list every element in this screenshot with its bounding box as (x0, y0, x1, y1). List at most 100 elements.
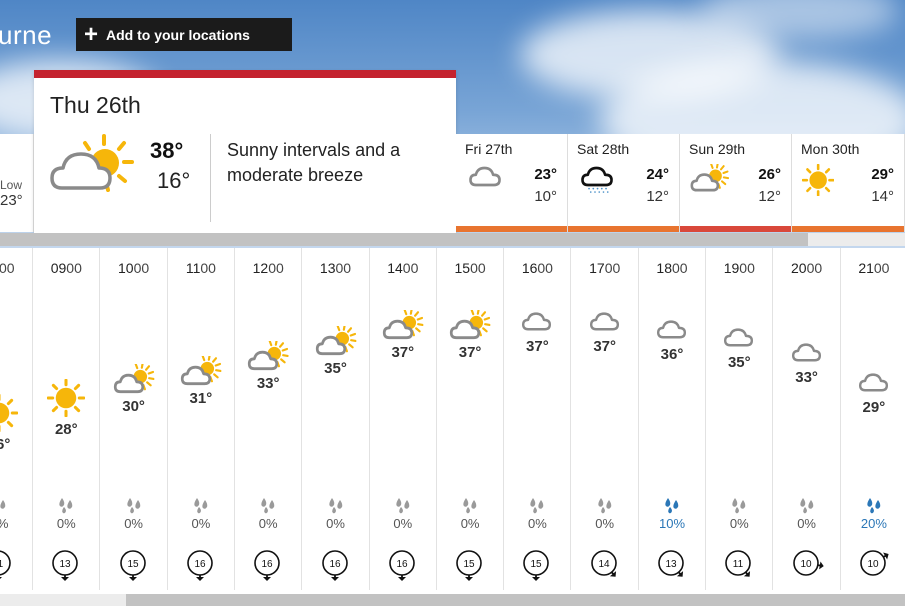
location-name: urne (0, 20, 53, 50)
sunny-intervals-icon (180, 354, 222, 393)
rain-chance: 0% (595, 516, 615, 531)
wind-arrow-icon: 15 (520, 548, 554, 587)
rain-chance: 10% (658, 516, 686, 531)
hour-time: 1100 (168, 260, 234, 276)
hour-column[interactable]: 1400 37° 0% 16 (370, 248, 437, 590)
hour-temp: 36° (660, 346, 684, 363)
day-low-temp: 14° (871, 188, 894, 205)
hour-time: 1800 (639, 260, 705, 276)
hour-time: 1200 (235, 260, 301, 276)
hour-column[interactable]: 1900 35° 0% 11 (706, 248, 774, 590)
day-name: Fri (465, 141, 482, 157)
hourly-scrollbar-thumb[interactable] (126, 594, 905, 606)
wind-arrow-icon: 14 (588, 548, 622, 587)
rain-chance: 0% (124, 516, 143, 531)
svg-text:16: 16 (396, 559, 408, 570)
hour-column[interactable]: 1100 31° 0% 16 (168, 248, 235, 590)
day-date: 27th (485, 141, 513, 157)
wind-arrow-icon: 15 (453, 548, 487, 587)
hour-column[interactable]: 1200 33° 0% 16 (235, 248, 303, 590)
hour-hh: 16 (521, 260, 538, 276)
day-tab-label: Mon 30th (801, 141, 859, 157)
hour-column[interactable]: 0900 28° 0% 13 (33, 248, 101, 590)
rain-chance: 0% (56, 516, 76, 531)
svg-text:16: 16 (194, 559, 206, 570)
sunny-intervals-icon (247, 339, 289, 378)
wind-arrow-icon: 10 (790, 548, 824, 587)
add-to-locations-button[interactable]: + Add to your locations (76, 18, 292, 51)
hour-column[interactable]: 1000 30° 0% 15 (101, 248, 168, 590)
svg-text:14: 14 (598, 559, 610, 570)
rain-chance: 0% (326, 516, 345, 531)
rain-chance: 0% (797, 516, 816, 531)
hour-column[interactable]: 0800 26° 0% 11 (0, 248, 33, 590)
hour-column[interactable]: 1500 37° 0% 15 (437, 248, 505, 590)
previous-day-tab[interactable]: Low 23° (0, 134, 34, 232)
wind-arrow-icon: 15 (117, 548, 151, 587)
day-name: Mon (801, 141, 829, 157)
hour-hh: 09 (50, 260, 67, 276)
hour-temp: 35° (727, 353, 751, 371)
hour-temp: 33° (795, 368, 818, 386)
hour-column[interactable]: 1300 35° 0% 16 (303, 248, 370, 590)
day-date: 28th (601, 141, 630, 157)
rain-chance: 0% (258, 516, 278, 531)
today-panel[interactable]: Thu 26th 38° 16° Sunny intervals and a m… (34, 70, 456, 233)
hour-mm: 00 (739, 260, 755, 276)
day-high-temp: 29° (871, 166, 894, 183)
wind-arrow-icon: 16 (251, 548, 285, 587)
cloud-icon (587, 310, 623, 338)
today-low-temp: 16° (157, 168, 191, 193)
day-tab[interactable]: Sat 28th 24° 12° (568, 134, 680, 232)
day-high-temp: 23° (534, 166, 557, 183)
hourly-scrollbar-track[interactable] (0, 594, 126, 606)
hour-column[interactable]: 1600 37° 0% 15 (504, 248, 572, 590)
sunny-intervals-icon (113, 361, 155, 401)
hour-mm: 00 (268, 260, 284, 276)
sunny-intervals-icon (48, 130, 138, 215)
hour-hh: 20 (791, 260, 807, 276)
day-temperature-bar (680, 226, 791, 232)
rain-chance: 0% (393, 516, 413, 531)
hour-temp: 37° (391, 344, 415, 362)
hour-column[interactable]: 2100 29° 20% 10 (841, 248, 905, 590)
day-high-temp: 24° (646, 166, 669, 183)
day-date: 29th (717, 141, 746, 157)
day-tab[interactable]: Mon 30th 29° 14° (792, 134, 905, 232)
wind-arrow-icon: 16 (184, 548, 218, 587)
svg-text:10: 10 (800, 559, 812, 570)
days-scrollbar-track[interactable] (808, 233, 905, 246)
hour-hh: 14 (387, 260, 403, 276)
hour-time: 1900 (706, 260, 772, 276)
day-tab[interactable]: Fri 27th 23° 10° (456, 134, 568, 232)
sun-icon (0, 394, 19, 437)
rain-chance: 0% (527, 516, 547, 531)
hour-time: 0900 (33, 260, 99, 276)
light-rain-icon (578, 164, 617, 200)
day-temperature-bar (568, 226, 679, 232)
day-temperature-bar (792, 226, 904, 232)
hour-column[interactable]: 1800 36° 10% 13 (639, 248, 706, 590)
days-scrollbar-thumb[interactable] (0, 233, 808, 246)
hour-hh: 17 (589, 260, 605, 276)
hour-column[interactable]: 2000 33° 0% 10 (774, 248, 841, 590)
rain-chance: 20% (860, 516, 887, 531)
day-tab-label: Sat 28th (577, 141, 629, 157)
hour-temp: 37° (593, 338, 617, 356)
hour-hh: 21 (858, 260, 874, 276)
svg-text:11: 11 (733, 559, 744, 570)
hour-column[interactable]: 1700 37° 0% 14 (572, 248, 639, 590)
wind-arrow-icon: 13 (49, 548, 83, 587)
day-tab[interactable]: Sun 29th 26° 12° (680, 134, 792, 232)
hour-hh: 11 (185, 260, 201, 276)
svg-text:15: 15 (464, 559, 476, 570)
hour-mm: 00 (672, 260, 688, 276)
rain-chance: 0% (729, 516, 749, 531)
hour-hh: 18 (656, 260, 672, 276)
hour-temp: 31° (189, 390, 213, 407)
svg-text:10: 10 (867, 559, 879, 570)
previous-day-low-label: Low (0, 178, 23, 192)
hour-hh: 15 (454, 260, 471, 276)
wind-arrow-icon: 11 (722, 548, 756, 587)
plus-icon: + (84, 20, 99, 48)
